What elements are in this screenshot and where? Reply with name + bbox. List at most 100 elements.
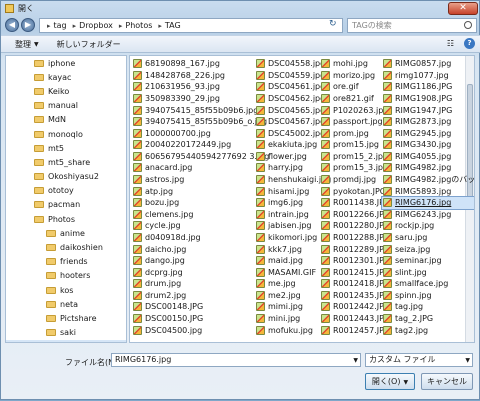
file-item[interactable]: R0012280.JPG	[320, 220, 390, 232]
file-item[interactable]: bozu.jpg	[132, 197, 269, 209]
sidebar-item-manual[interactable]: manual	[6, 99, 126, 113]
sidebar-item-hooters[interactable]: hooters	[6, 269, 126, 283]
sidebar-item-pacman[interactable]: pacman	[6, 198, 126, 212]
refresh-button[interactable]: ↻	[329, 19, 337, 29]
file-item[interactable]: RIMG4982.jpg	[382, 162, 474, 174]
file-item[interactable]: R0012457.JPG	[320, 324, 390, 336]
help-icon[interactable]: ?	[464, 38, 475, 49]
file-item[interactable]: prom15.jpg	[320, 139, 390, 151]
sidebar-item-anime[interactable]: anime	[6, 226, 126, 240]
file-item[interactable]: drum2.jpg	[132, 290, 269, 302]
forward-button[interactable]: ▶	[21, 18, 35, 32]
breadcrumb-separator-icon[interactable]: ▸	[47, 22, 51, 30]
address-bar[interactable]: ▸ tag ▸ Dropbox ▸ Photos ▸ TAG	[39, 18, 343, 33]
breadcrumb-item[interactable]: ▸ TAG	[155, 21, 180, 30]
file-item[interactable]: 60656795440594277692 3.jpg	[132, 151, 269, 163]
sidebar-item-photos[interactable]: Photos	[6, 212, 126, 226]
file-item[interactable]: ore.gif	[320, 81, 390, 93]
file-item[interactable]: 394075415_85f55b09b6_o.jpg	[132, 116, 269, 128]
sidebar-item-kayac[interactable]: kayac	[6, 70, 126, 84]
chevron-down-icon[interactable]: ▼	[353, 355, 358, 367]
file-item[interactable]: dcprg.jpg	[132, 266, 269, 278]
file-item[interactable]: morizo.jpg	[320, 70, 390, 82]
cancel-button[interactable]: キャンセル	[421, 373, 473, 390]
file-item[interactable]: atp.jpg	[132, 185, 269, 197]
breadcrumb-item[interactable]: ▸ Photos	[116, 21, 153, 30]
file-item[interactable]: 20040220172449.jpg	[132, 139, 269, 151]
file-item[interactable]: R0012289.JPG	[320, 243, 390, 255]
file-item[interactable]: RIMG4982.jpgのバッチモ	[382, 174, 474, 186]
file-item[interactable]: prom.jpg	[320, 127, 390, 139]
file-item[interactable]: 394075415_85f55b09b6.jpg	[132, 104, 269, 116]
filetype-select[interactable]: カスタム ファイル ▼	[365, 353, 473, 367]
file-item[interactable]: anacard.jpg	[132, 162, 269, 174]
file-item[interactable]: DSC04500.jpg	[132, 324, 269, 336]
file-item[interactable]: R0012301.JPG	[320, 255, 390, 267]
new-folder-button[interactable]: 新しいフォルダー	[53, 39, 125, 50]
open-button[interactable]: 開く(O) ▼	[365, 373, 415, 390]
file-item[interactable]: drum.jpg	[132, 278, 269, 290]
organize-button[interactable]: 整理 ▼	[11, 39, 43, 50]
file-item[interactable]: saru.jpg	[382, 232, 474, 244]
file-item[interactable]: R0012435.JPG	[320, 290, 390, 302]
sidebar-item-mdn[interactable]: MdN	[6, 113, 126, 127]
file-item[interactable]: pyokotan.JPG	[320, 185, 390, 197]
file-item[interactable]: P1020263.jpg	[320, 104, 390, 116]
file-item[interactable]: slint.jpg	[382, 266, 474, 278]
search-input[interactable]: TAGの検索	[347, 18, 477, 33]
breadcrumb-item[interactable]: ▸ Dropbox	[70, 21, 113, 30]
file-item[interactable]: RIMG2945.jpg	[382, 127, 474, 139]
back-button[interactable]: ◀	[5, 18, 19, 32]
sidebar-item-ototoy[interactable]: ototoy	[6, 184, 126, 198]
breadcrumb-item[interactable]: ▸ tag	[44, 21, 67, 30]
file-item[interactable]: clemens.jpg	[132, 209, 269, 221]
file-item[interactable]: daicho.jpg	[132, 243, 269, 255]
file-item[interactable]: RIMG0857.jpg	[382, 58, 474, 70]
filename-field[interactable]: RIMG6176.jpg ▼	[111, 353, 361, 367]
file-item[interactable]: mohi.jpg	[320, 58, 390, 70]
file-item[interactable]: dango.jpg	[132, 255, 269, 267]
file-item[interactable]: DSC00150.JPG	[132, 313, 269, 325]
file-item[interactable]: prom15_2.jpg	[320, 151, 390, 163]
file-item[interactable]: ore821.gif	[320, 93, 390, 105]
sidebar-item-iphone[interactable]: iphone	[6, 56, 126, 70]
file-item[interactable]: RIMG4055.jpg	[382, 151, 474, 163]
file-item[interactable]: rimg1077.jpg	[382, 70, 474, 82]
sidebar-item-mt5[interactable]: mt5	[6, 141, 126, 155]
file-item[interactable]: DSC00148.JPG	[132, 301, 269, 313]
file-item[interactable]: 68190898_167.jpg	[132, 58, 269, 70]
sidebar-item-friends[interactable]: friends	[6, 255, 126, 269]
file-item[interactable]: RIMG2873.jpg	[382, 116, 474, 128]
file-item[interactable]: RIMG3430.jpg	[382, 139, 474, 151]
sidebar-item-daikoshien[interactable]: daikoshien	[6, 240, 126, 254]
file-item[interactable]: R0012418.JPG	[320, 278, 390, 290]
file-item[interactable]: R0011438.JPG	[320, 197, 390, 209]
file-item[interactable]: RIMG6243.jpg	[382, 209, 474, 221]
file-item[interactable]: 350983390_29.jpg	[132, 93, 269, 105]
file-item[interactable]: rockjp.jpg	[382, 220, 474, 232]
file-item[interactable]: 1000000700.jpg	[132, 127, 269, 139]
file-item[interactable]: prom15_3.jpg	[320, 162, 390, 174]
breadcrumb-separator-icon[interactable]: ▸	[158, 22, 162, 30]
file-item[interactable]: RIMG1908.JPG	[382, 93, 474, 105]
file-item[interactable]: tag_2.JPG	[382, 313, 474, 325]
file-item[interactable]: spinn.jpg	[382, 290, 474, 302]
file-item[interactable]: RIMG5893.jpg	[382, 185, 474, 197]
file-item[interactable]: R0012288.JPG	[320, 232, 390, 244]
file-item[interactable]: tag2.jpg	[382, 324, 474, 336]
file-item[interactable]: d040918d.jpg	[132, 232, 269, 244]
breadcrumb-separator-icon[interactable]: ▸	[119, 22, 123, 30]
sidebar-item-okoshiyasu2[interactable]: Okoshiyasu2	[6, 170, 126, 184]
file-item[interactable]: cycle.jpg	[132, 220, 269, 232]
file-item[interactable]: tag.jpg	[382, 301, 474, 313]
sidebar-item-monoqlo[interactable]: monoqlo	[6, 127, 126, 141]
sidebar-item-mt5-share[interactable]: mt5_share	[6, 155, 126, 169]
sidebar-item-kos[interactable]: kos	[6, 283, 126, 297]
view-options-icon[interactable]: ☷	[447, 39, 454, 48]
sidebar-item-keiko[interactable]: Keiko	[6, 84, 126, 98]
file-item[interactable]: smallface.jpg	[382, 278, 474, 290]
file-item[interactable]: passport.jpg	[320, 116, 390, 128]
file-item[interactable]: R0012443.JPG	[320, 313, 390, 325]
file-item[interactable]: astros.jpg	[132, 174, 269, 186]
file-item[interactable]: R0012266.JPG	[320, 209, 390, 221]
